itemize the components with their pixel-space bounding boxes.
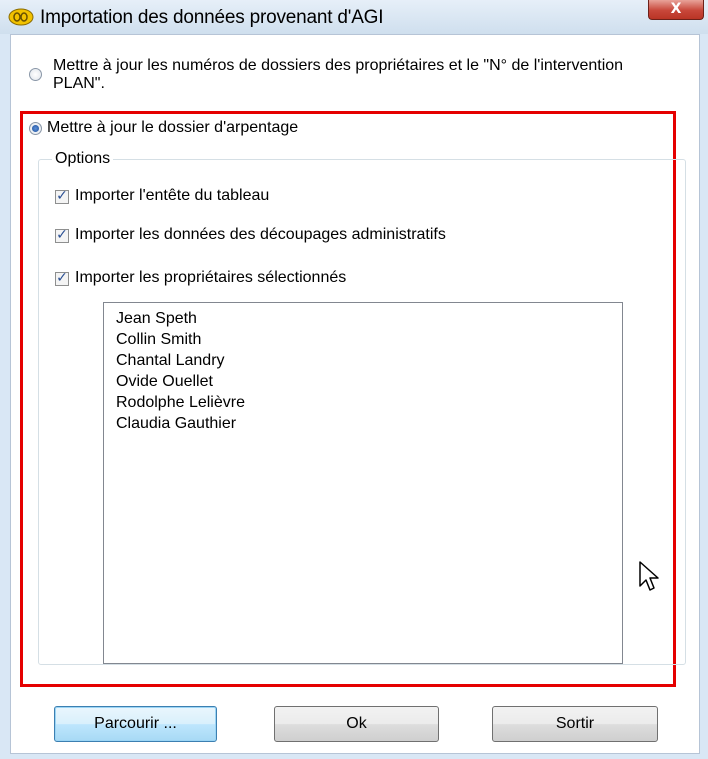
close-button[interactable]: X [648,0,704,20]
list-item[interactable]: Claudia Gauthier [116,415,236,433]
radio-update-numbers-label-line2[interactable]: PLAN". [53,75,105,93]
options-group-label: Options [52,150,114,168]
list-item[interactable]: Chantal Landry [116,352,225,370]
list-item[interactable]: Rodolphe Lelièvre [116,394,245,412]
agi-app-icon [8,8,34,26]
checkbox-import-selected-owners-label[interactable]: Importer les propriétaires sélectionnés [75,269,346,287]
radio-update-numbers[interactable] [29,68,42,81]
list-item[interactable]: Ovide Ouellet [116,373,213,391]
import-dialog: Importation des données provenant d'AGI … [0,0,708,759]
checkbox-import-admin-divisions[interactable] [55,227,69,243]
radio-update-survey[interactable] [29,122,42,135]
title-bar[interactable]: Importation des données provenant d'AGI … [0,0,708,34]
ok-button[interactable]: Ok [274,706,439,742]
mouse-cursor-icon [639,561,659,591]
list-item[interactable]: Collin Smith [116,331,201,349]
close-icon: X [670,1,682,17]
exit-button[interactable]: Sortir [492,706,658,742]
checkbox-import-admin-divisions-label[interactable]: Importer les données des découpages admi… [75,226,446,244]
checkbox-import-selected-owners[interactable] [55,270,69,286]
window-title: Importation des données provenant d'AGI [40,7,384,28]
checkbox-import-header-label[interactable]: Importer l'entête du tableau [75,187,269,205]
radio-update-survey-label[interactable]: Mettre à jour le dossier d'arpentage [47,119,298,137]
list-item[interactable]: Jean Speth [116,310,197,328]
checkbox-import-header[interactable] [55,188,69,204]
radio-update-numbers-label-line1[interactable]: Mettre à jour les numéros de dossiers de… [53,57,623,75]
browse-button[interactable]: Parcourir ... [54,706,217,742]
owners-listbox[interactable]: Jean Speth Collin Smith Chantal Landry O… [103,302,623,664]
